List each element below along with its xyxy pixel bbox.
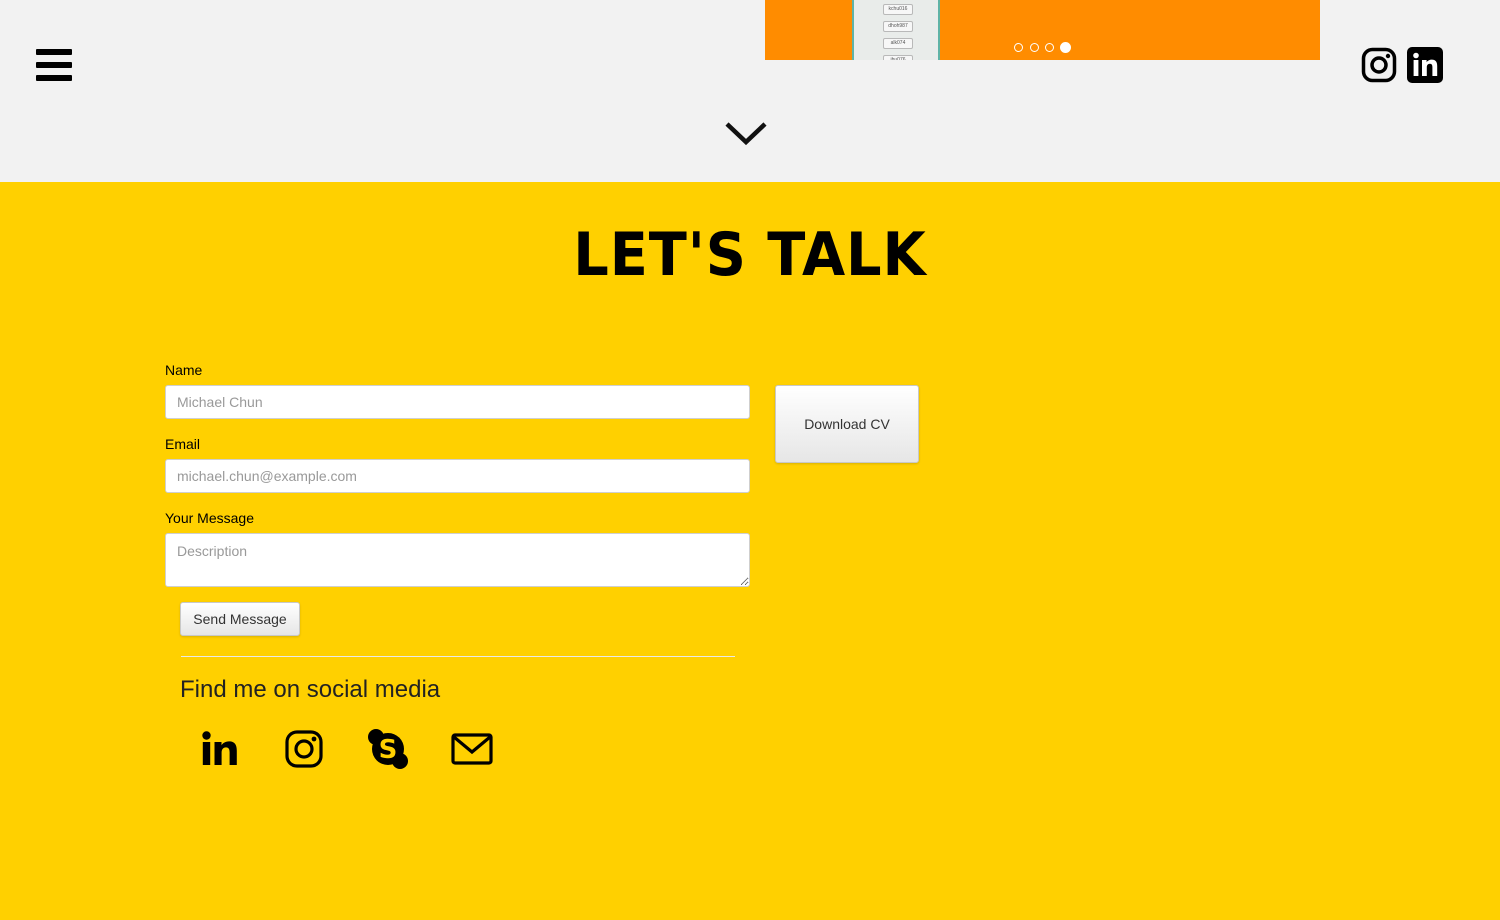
- download-cv-button[interactable]: Download CV: [775, 385, 919, 463]
- top-section: kchu016 dhoh987 alk074 jhu076: [0, 0, 1500, 182]
- slider-dot[interactable]: [1030, 43, 1039, 52]
- linkedin-icon[interactable]: [1407, 47, 1443, 83]
- project-slider[interactable]: kchu016 dhoh987 alk074 jhu076: [765, 0, 1320, 60]
- send-message-button[interactable]: Send Message: [180, 602, 300, 636]
- name-label: Name: [165, 362, 203, 378]
- slider-dot[interactable]: [1045, 43, 1054, 52]
- skype-icon[interactable]: S: [366, 727, 410, 771]
- slider-chip: alk074: [883, 38, 913, 49]
- slider-thumbnail: kchu016 dhoh987 alk074 jhu076: [852, 0, 940, 60]
- chevron-down-icon[interactable]: [724, 120, 768, 148]
- slider-chip: jhu076: [883, 55, 913, 60]
- instagram-icon[interactable]: [282, 727, 326, 771]
- divider: [181, 656, 735, 657]
- contact-section: LET'S TALK Name Email Your Message Send …: [0, 182, 1500, 920]
- email-field[interactable]: [165, 459, 750, 493]
- menu-icon[interactable]: [36, 49, 72, 81]
- slider-chip: kchu016: [883, 4, 913, 15]
- social-heading: Find me on social media: [180, 676, 441, 703]
- slider-dot-active[interactable]: [1060, 42, 1071, 53]
- mail-icon[interactable]: [450, 727, 494, 771]
- email-label: Email: [165, 436, 201, 452]
- message-field[interactable]: [165, 533, 750, 587]
- linkedin-icon[interactable]: [198, 727, 242, 771]
- slider-chip: dhoh987: [883, 21, 913, 32]
- svg-text:S: S: [379, 735, 398, 765]
- instagram-icon[interactable]: [1361, 47, 1397, 83]
- message-label: Your Message: [165, 510, 254, 526]
- page-title: LET'S TALK: [573, 220, 927, 290]
- slider-dot[interactable]: [1014, 43, 1023, 52]
- name-field[interactable]: [165, 385, 750, 419]
